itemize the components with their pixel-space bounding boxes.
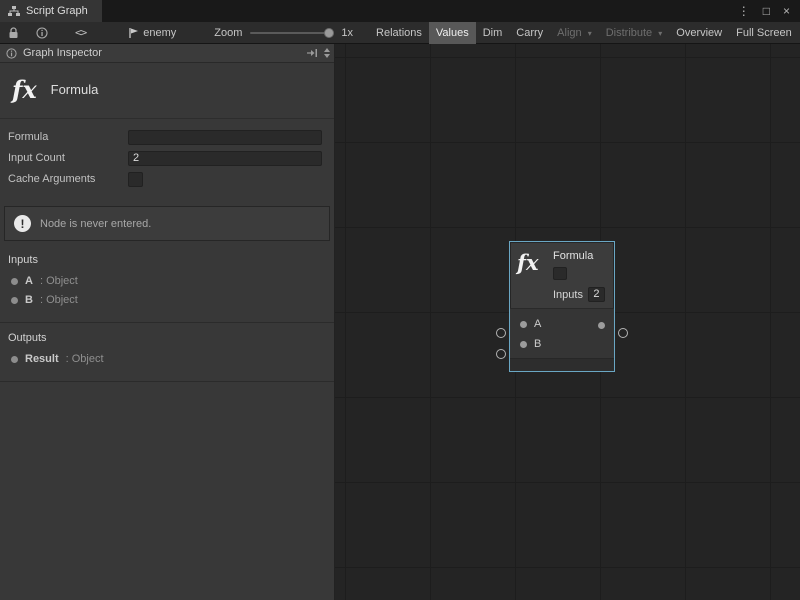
node-ports-section: A B xyxy=(510,308,614,358)
node-formula-input[interactable] xyxy=(553,267,567,280)
input-port-b-label: B xyxy=(534,338,541,350)
align-button-label: Align xyxy=(557,27,581,39)
fx-icon: fx xyxy=(517,250,547,302)
port-dot-icon xyxy=(11,356,18,363)
input-count-field-label: Input Count xyxy=(8,152,128,164)
formula-node-header: fx Formula Inputs 2 xyxy=(510,242,614,308)
node-input-count[interactable]: 2 xyxy=(588,287,605,302)
graph-breadcrumb-label: enemy xyxy=(143,27,176,39)
info-icon[interactable] xyxy=(36,27,48,39)
inputs-section: Inputs A : Object B : Object xyxy=(0,245,334,323)
chevron-down-icon: ▾ xyxy=(588,29,592,38)
tab-label: Script Graph xyxy=(26,5,88,17)
port-dot-icon xyxy=(11,278,18,285)
graph-breadcrumb[interactable]: enemy xyxy=(128,27,176,39)
titlebar: Script Graph ⋮ □ × xyxy=(0,0,800,22)
chevron-down-icon: ▾ xyxy=(658,29,662,38)
distribute-button-label: Distribute xyxy=(606,27,652,39)
zoom-slider[interactable] xyxy=(250,32,332,34)
node-port-row-a[interactable]: A xyxy=(510,314,614,334)
inputs-section-title: Inputs xyxy=(8,254,326,266)
close-icon[interactable]: × xyxy=(783,4,790,18)
input-port-name: A xyxy=(25,275,33,287)
cache-arguments-field-label: Cache Arguments xyxy=(8,173,128,185)
values-button[interactable]: Values xyxy=(429,22,476,44)
formula-field-label: Formula xyxy=(8,131,128,143)
scroll-arrows[interactable] xyxy=(324,48,330,58)
input-count-input[interactable] xyxy=(128,151,322,166)
maximize-icon[interactable]: □ xyxy=(763,4,770,18)
script-graph-icon xyxy=(8,6,20,17)
unity-script-graph-window: Script Graph ⋮ □ × <> xyxy=(0,0,800,600)
input-port-b-dot[interactable] xyxy=(520,341,527,348)
zoom-slider-knob[interactable] xyxy=(324,28,334,38)
info-icon xyxy=(6,48,17,59)
output-port-type: : Object xyxy=(66,353,104,365)
external-output-port[interactable] xyxy=(618,328,628,338)
warning-box: ! Node is never entered. xyxy=(4,206,330,241)
graph-inspector-title: Graph Inspector xyxy=(23,47,102,59)
output-port-item: Result : Object xyxy=(11,353,326,365)
cache-arguments-checkbox[interactable] xyxy=(128,172,143,187)
outputs-section: Outputs Result : Object xyxy=(0,323,334,382)
scroll-up-icon[interactable] xyxy=(324,48,330,52)
zoom-value: 1x xyxy=(341,27,353,39)
carry-button[interactable]: Carry xyxy=(509,22,550,44)
input-port-type: : Object xyxy=(40,294,78,306)
formula-node[interactable]: fx Formula Inputs 2 A xyxy=(509,241,615,372)
graph-canvas[interactable]: fx Formula Inputs 2 A xyxy=(335,44,800,600)
external-input-port-b[interactable] xyxy=(496,349,506,359)
input-port-name: B xyxy=(25,294,33,306)
overview-button[interactable]: Overview xyxy=(669,22,729,44)
graph-inspector-panel: Graph Inspector fx Formula xyxy=(0,44,335,600)
graph-inspector-header: Graph Inspector xyxy=(0,44,334,63)
node-footer xyxy=(510,358,614,371)
input-port-type: : Object xyxy=(40,275,78,287)
formula-field-row: Formula xyxy=(8,129,322,145)
graph-pointer-icon xyxy=(128,27,139,39)
distribute-button[interactable]: Distribute ▾ xyxy=(599,22,670,44)
output-port-name: Result xyxy=(25,353,59,365)
input-port-item: B : Object xyxy=(11,294,326,306)
output-port-dot[interactable] xyxy=(598,322,605,329)
input-count-field-row: Input Count xyxy=(8,150,322,166)
unit-title: Formula xyxy=(51,82,99,97)
formula-input[interactable] xyxy=(128,130,322,145)
unit-fields: Formula Input Count Cache Arguments xyxy=(0,119,334,196)
port-dot-icon xyxy=(11,297,18,304)
tab-script-graph[interactable]: Script Graph xyxy=(0,0,102,22)
window-controls: ⋮ □ × xyxy=(738,0,800,22)
zoom-label: Zoom xyxy=(214,27,242,39)
align-button[interactable]: Align ▾ xyxy=(550,22,599,44)
code-icon[interactable]: <> xyxy=(75,26,86,39)
input-port-a-dot[interactable] xyxy=(520,321,527,328)
node-inputs-label: Inputs xyxy=(553,289,583,301)
relations-button[interactable]: Relations xyxy=(369,22,429,44)
dim-button[interactable]: Dim xyxy=(476,22,510,44)
scroll-down-icon[interactable] xyxy=(324,54,330,58)
input-port-item: A : Object xyxy=(11,275,326,287)
outputs-section-title: Outputs xyxy=(8,332,326,344)
warning-icon: ! xyxy=(14,215,31,232)
input-port-a-label: A xyxy=(534,318,541,330)
window-menu-icon[interactable]: ⋮ xyxy=(738,4,750,18)
cache-arguments-field-row: Cache Arguments xyxy=(8,171,322,187)
lock-icon[interactable] xyxy=(8,27,19,39)
full-screen-button[interactable]: Full Screen xyxy=(729,22,799,44)
fx-icon: fx xyxy=(12,75,37,104)
toolbar: <> enemy Zoom 1x Relations Values Dim Ca… xyxy=(0,22,800,44)
unit-title-block: fx Formula xyxy=(0,63,334,119)
dock-panel-icon[interactable] xyxy=(306,48,318,58)
external-input-port-a[interactable] xyxy=(496,328,506,338)
warning-text: Node is never entered. xyxy=(40,218,151,230)
node-port-row-b[interactable]: B xyxy=(510,334,614,354)
node-title: Formula xyxy=(553,250,593,262)
